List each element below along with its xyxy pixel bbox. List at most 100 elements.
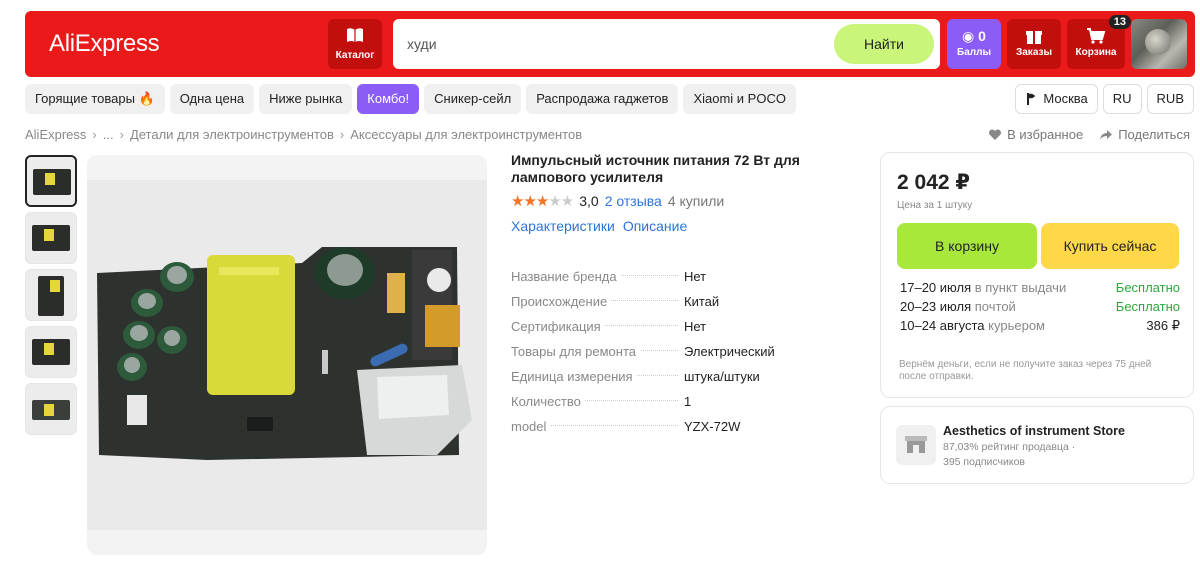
rating-value: 3,0 <box>579 193 599 209</box>
reviews-link[interactable]: 2 отзыва <box>605 193 662 209</box>
search-input[interactable] <box>407 33 807 55</box>
chevron-right-icon: › <box>339 127 345 142</box>
delivery-date: 10–24 августа <box>900 318 985 333</box>
share-actions: В избранное Поделиться <box>988 127 1190 142</box>
catalog-button[interactable]: Каталог <box>328 19 382 69</box>
spec-key: Сертификация <box>511 319 605 334</box>
nav-chip[interactable]: Распродажа гаджетов <box>526 84 679 114</box>
promo-nav: Горящие товары 🔥 Одна цена Ниже рынка Комбо… <box>25 84 796 114</box>
top-header: AliExpress Каталог Найти ◉ 0 Баллы Заказ… <box>25 11 1195 77</box>
spec-row: Единица измерения штука/штуки <box>511 364 841 389</box>
star-rating-icon: ★★★★★ <box>511 193 574 210</box>
pcb-board-illustration <box>87 180 487 530</box>
spec-key: Товары для ремонта <box>511 344 640 359</box>
delivery-option[interactable]: 17–20 июля в пункт выдачи Бесплатно <box>900 280 1180 295</box>
nav-chip[interactable]: Ниже рынка <box>259 84 353 114</box>
buy-box: 2 042 ₽ Цена за 1 штуку В корзину Купить… <box>880 152 1194 398</box>
nav-chip[interactable]: Сникер-сейл <box>424 84 522 114</box>
search-button[interactable]: Найти <box>834 24 934 64</box>
delivery-cost: 386 ₽ <box>1146 318 1180 333</box>
thumbnail[interactable] <box>25 383 77 435</box>
store-subscribers: 395 подписчиков <box>943 456 1026 468</box>
delivery-option[interactable]: 20–23 июля почтой Бесплатно <box>900 299 1180 314</box>
product-info: Импульсный источник питания 72 Вт для ла… <box>511 152 851 234</box>
heart-icon <box>989 128 1002 140</box>
tab-specs[interactable]: Характеристики <box>511 218 615 234</box>
delivery-method: почтой <box>974 299 1016 314</box>
spec-row: Происхождение Китай <box>511 289 841 314</box>
spec-row: Название бренда Нет <box>511 264 841 289</box>
store-rating: 87,03% рейтинг продавца · <box>943 441 1076 453</box>
delivery-method: в пункт выдачи <box>974 280 1067 295</box>
spec-key: Название бренда <box>511 269 621 284</box>
nav-chip[interactable]: Одна цена <box>169 84 255 114</box>
language-selector[interactable]: RU <box>1102 84 1142 114</box>
spec-value: Китай <box>684 294 720 309</box>
thumbnail[interactable] <box>25 269 77 321</box>
breadcrumb-item[interactable]: ... <box>103 127 114 142</box>
nav-chip[interactable]: Горящие товары 🔥 <box>25 84 165 114</box>
location-pin-icon <box>1027 93 1036 105</box>
price-note: Цена за 1 штуку <box>897 200 973 211</box>
price: 2 042 ₽ <box>897 171 970 194</box>
share-button[interactable]: Поделиться <box>1099 127 1190 142</box>
cart-icon <box>1067 27 1125 45</box>
gift-box-icon <box>1007 27 1061 45</box>
rating-row: ★★★★★ 3,0 2 отзыва 4 купили <box>511 192 851 210</box>
buy-now-button[interactable]: Купить сейчас <box>1041 223 1179 269</box>
location-selector[interactable]: Москва <box>1015 84 1098 114</box>
delivery-cost: Бесплатно <box>1115 280 1180 295</box>
points-button[interactable]: ◉ 0 Баллы <box>947 19 1001 69</box>
product-main-image[interactable] <box>87 155 487 555</box>
share-label: Поделиться <box>1118 127 1190 142</box>
thumbnail[interactable] <box>25 155 77 207</box>
purchases-count: 4 купили <box>667 193 725 209</box>
user-avatar[interactable] <box>1131 19 1187 69</box>
spec-value: Нет <box>684 269 707 284</box>
spec-key: Количество <box>511 394 585 409</box>
favorite-label: В избранное <box>1007 127 1084 142</box>
cart-label: Корзина <box>1075 47 1117 58</box>
store-icon <box>896 425 936 465</box>
favorite-button[interactable]: В избранное <box>988 127 1083 142</box>
delivery-date: 20–23 июля <box>900 299 972 314</box>
nav-chip[interactable]: Xiaomi и POCO <box>683 84 796 114</box>
delivery-cost: Бесплатно <box>1115 299 1180 314</box>
tab-description[interactable]: Описание <box>623 218 687 234</box>
book-icon <box>347 28 363 42</box>
thumbnail[interactable] <box>25 212 77 264</box>
coin-icon: ◉ 0 <box>962 28 986 44</box>
breadcrumb-item[interactable]: Аксессуары для электроинструментов <box>350 127 582 142</box>
points-label: Баллы <box>957 47 991 58</box>
spec-key: model <box>511 419 551 434</box>
delivery-date: 17–20 июля <box>900 280 972 295</box>
thumbnail[interactable] <box>25 326 77 378</box>
spec-row: Сертификация Нет <box>511 314 841 339</box>
store-name[interactable]: Aesthetics of instrument Store <box>943 424 1125 438</box>
aliexpress-logo[interactable]: AliExpress <box>49 30 160 58</box>
breadcrumb-item[interactable]: Детали для электроинструментов <box>130 127 334 142</box>
share-arrow-icon <box>1100 129 1113 140</box>
cart-button[interactable]: 13 Корзина <box>1067 15 1131 69</box>
delivery-option[interactable]: 10–24 августа курьером 386 ₽ <box>900 318 1180 334</box>
spec-row: Количество 1 <box>511 389 841 414</box>
spec-value: Нет <box>684 319 707 334</box>
spec-key: Происхождение <box>511 294 612 309</box>
orders-label: Заказы <box>1015 47 1053 58</box>
add-to-cart-button[interactable]: В корзину <box>897 223 1037 269</box>
spec-list: Название бренда Нет Происхождение Китай Серт… <box>511 264 841 439</box>
spec-value: 1 <box>684 394 692 409</box>
currency-selector[interactable]: RUB <box>1146 84 1194 114</box>
seller-card[interactable]: Aesthetics of instrument Store 87,03% ре… <box>880 406 1194 484</box>
spec-value: штука/штуки <box>684 369 760 384</box>
breadcrumb: AliExpress › ... › Детали для электроинс… <box>25 127 582 142</box>
locale-controls: Москва RU RUB <box>1015 84 1194 114</box>
orders-button[interactable]: Заказы <box>1007 19 1061 69</box>
product-title: Импульсный источник питания 72 Вт для ла… <box>511 152 800 185</box>
spec-value: YZX-72W <box>684 419 741 434</box>
spec-key: Единица измерения <box>511 369 637 384</box>
spec-value: Электрический <box>684 344 775 359</box>
nav-chip[interactable]: Комбо! <box>357 84 420 114</box>
breadcrumb-item[interactable]: AliExpress <box>25 127 86 142</box>
image-thumbnails <box>25 155 79 440</box>
